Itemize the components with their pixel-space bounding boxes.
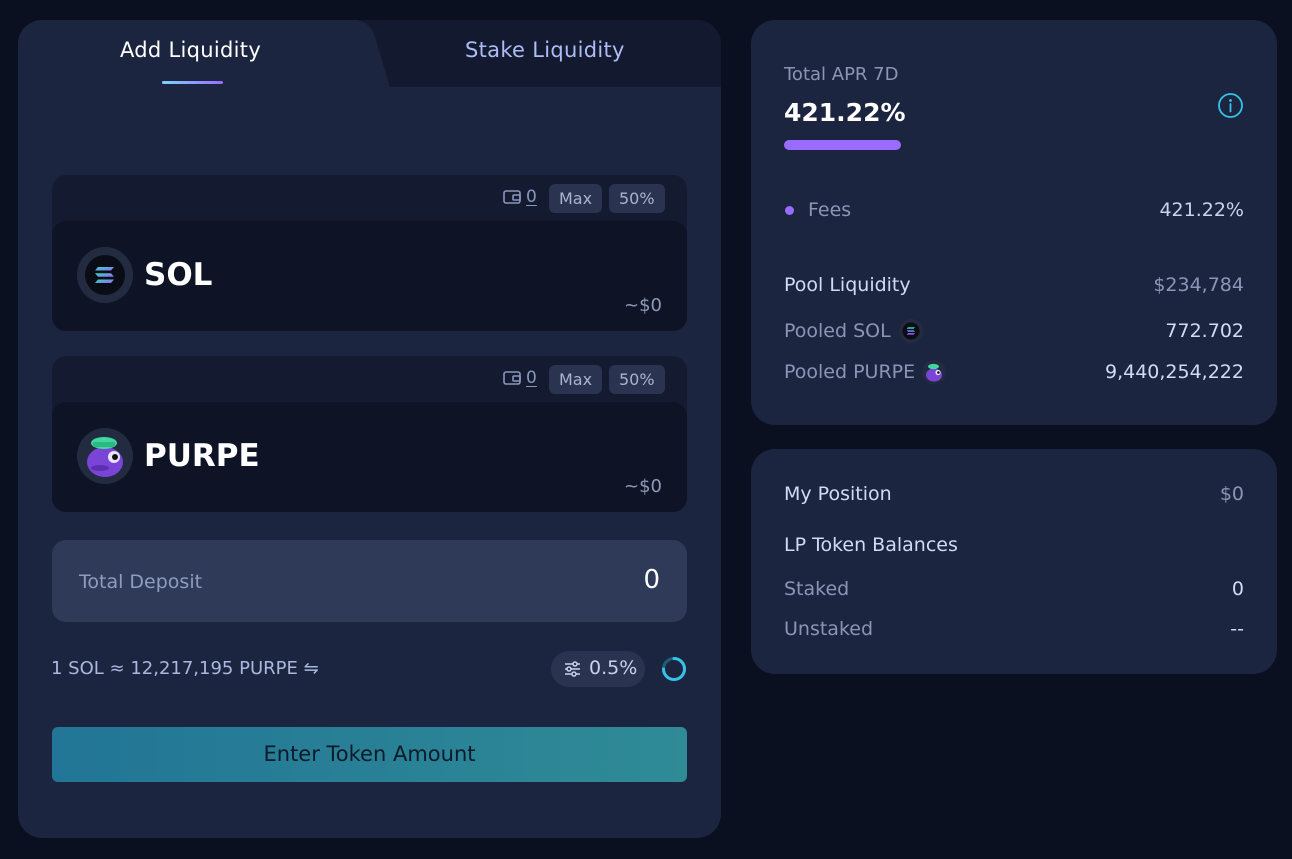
pooled-purpe-value: 9,440,254,222 <box>1104 361 1244 383</box>
pool-info-panel: Total APR 7D 421.22% Fees 421.22% Pool L… <box>751 20 1277 425</box>
fees-value: 421.22% <box>1159 199 1244 221</box>
my-position-value: $0 <box>1219 483 1244 505</box>
purpe-frog-logo-icon <box>922 360 946 384</box>
slippage-value: 0.5% <box>589 657 638 679</box>
token-amount-area[interactable]: PURPE ~$0 <box>52 402 687 512</box>
add-liquidity-panel: Add Liquidity Stake Liquidity 0 Max 50% <box>18 20 721 838</box>
token-usd-value: ~$0 <box>624 295 662 316</box>
half-button[interactable]: 50% <box>609 184 665 213</box>
wallet-balance[interactable]: 0 <box>526 187 537 207</box>
total-deposit-box: Total Deposit 0 <box>52 540 687 622</box>
purpe-frog-logo-icon <box>77 428 133 484</box>
slippage-settings-button[interactable]: 0.5% <box>551 651 645 687</box>
pool-liquidity-label: Pool Liquidity <box>784 274 911 296</box>
tab-stake-liquidity[interactable]: Stake Liquidity <box>465 38 625 62</box>
token-input-card-sol: 0 Max 50% SOL ~$0 <box>52 175 687 331</box>
token-symbol: PURPE <box>144 438 260 474</box>
token-usd-value: ~$0 <box>624 476 662 497</box>
my-position-label: My Position <box>784 483 892 505</box>
tab-bar: Add Liquidity Stake Liquidity <box>18 20 721 87</box>
sliders-icon <box>565 661 580 677</box>
wallet-icon <box>503 371 521 385</box>
unstaked-label: Unstaked <box>784 618 874 640</box>
total-deposit-label: Total Deposit <box>79 571 203 593</box>
exchange-rate-toggle[interactable]: 1 SOL ≈ 12,217,195 PURPE ⇋ <box>51 658 319 679</box>
enter-token-amount-button[interactable]: Enter Token Amount <box>52 727 687 782</box>
apr-label: Total APR 7D <box>784 64 899 85</box>
fees-label: Fees <box>808 199 852 221</box>
total-deposit-value: 0 <box>643 565 660 595</box>
max-button[interactable]: Max <box>549 184 603 213</box>
pool-liquidity-value: $234,784 <box>1153 274 1244 296</box>
active-tab-indicator <box>162 81 223 84</box>
token-amount-area[interactable]: SOL ~$0 <box>52 221 687 331</box>
max-button[interactable]: Max <box>549 365 603 394</box>
pooled-sol-value: 772.702 <box>1165 320 1244 342</box>
token-balance-row: 0 Max 50% <box>52 356 687 402</box>
pooled-sol-label: Pooled SOL <box>784 320 891 342</box>
staked-value: 0 <box>1231 578 1244 600</box>
half-button[interactable]: 50% <box>609 365 665 394</box>
apr-bar-fees-segment <box>784 140 901 150</box>
unstaked-value: -- <box>1230 618 1244 640</box>
token-balance-row: 0 Max 50% <box>52 175 687 221</box>
lp-token-balances-label: LP Token Balances <box>784 534 958 556</box>
apr-value: 421.22% <box>784 98 906 127</box>
wallet-icon <box>503 190 521 204</box>
tab-add-liquidity[interactable]: Add Liquidity <box>120 38 261 62</box>
refresh-progress-icon[interactable] <box>661 656 687 682</box>
token-symbol: SOL <box>144 257 213 293</box>
apr-breakdown-bar <box>784 140 901 150</box>
staked-label: Staked <box>784 578 850 600</box>
token-input-card-purpe: 0 Max 50% PURPE ~$0 <box>52 356 687 512</box>
fees-legend-dot <box>785 206 794 215</box>
my-position-panel: My Position $0 LP Token Balances Staked … <box>751 449 1277 674</box>
pooled-purpe-label: Pooled PURPE <box>784 361 916 383</box>
info-icon[interactable] <box>1217 92 1244 119</box>
solana-logo-icon <box>77 247 133 303</box>
wallet-balance[interactable]: 0 <box>526 368 537 388</box>
solana-logo-icon <box>899 319 923 343</box>
